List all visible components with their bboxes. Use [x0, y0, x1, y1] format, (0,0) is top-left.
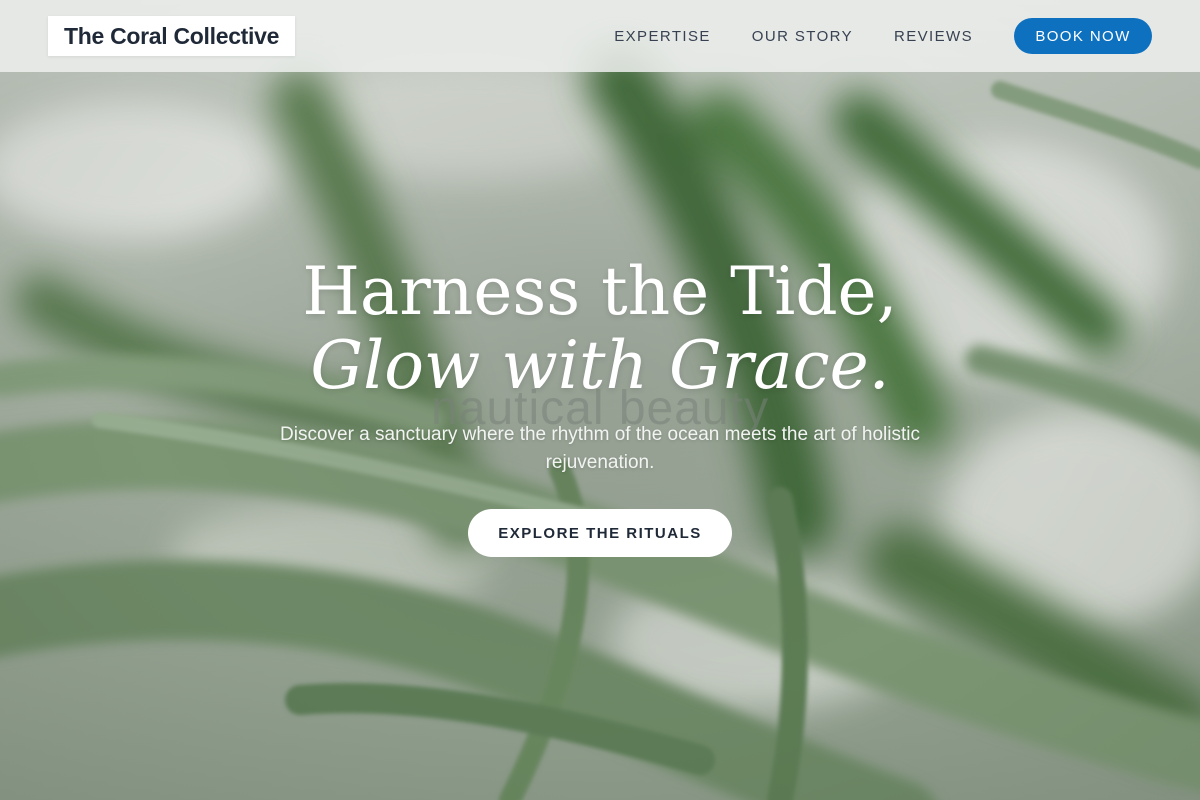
headline-line-1: Harness the Tide,: [302, 253, 898, 330]
hero-section: nautical beauty Harness the Tide, Glow w…: [0, 255, 1200, 557]
brand-logo[interactable]: The Coral Collective: [48, 16, 296, 56]
explore-rituals-button[interactable]: EXPLORE THE RITUALS: [468, 509, 732, 557]
nav-link-our-story[interactable]: OUR STORY: [752, 28, 853, 45]
hero-headline: Harness the Tide, Glow with Grace.: [0, 255, 1200, 403]
hero-subtext: Discover a sanctuary where the rhythm of…: [280, 424, 920, 473]
nav-link-reviews[interactable]: REVIEWS: [894, 28, 973, 45]
nav-links: EXPERTISE OUR STORY REVIEWS BOOK NOW: [614, 18, 1152, 54]
navbar: The Coral Collective EXPERTISE OUR STORY…: [0, 0, 1200, 72]
nav-link-expertise[interactable]: EXPERTISE: [614, 28, 711, 45]
headline-line-2: Glow with Grace.: [310, 327, 890, 404]
book-now-button[interactable]: BOOK NOW: [1014, 18, 1152, 54]
